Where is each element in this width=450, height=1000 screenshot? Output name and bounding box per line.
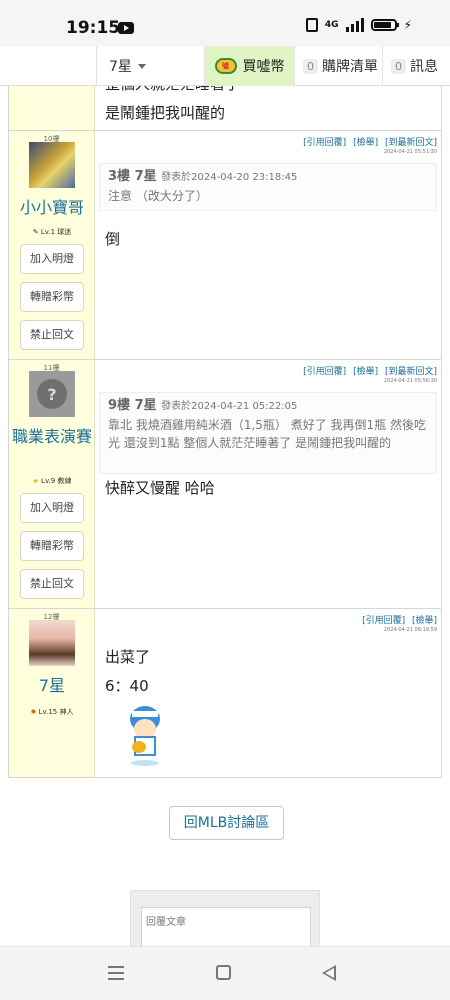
add-favorite-button[interactable]: 加入明燈 <box>20 493 84 523</box>
report-link[interactable]: [檢舉] <box>353 367 378 377</box>
post-actions: [引用回覆] [檢舉] <box>358 613 437 626</box>
quote-text: 注意 （改大分了） <box>108 189 208 203</box>
post-actions: [引用回覆] [檢舉] [到最新回文] <box>299 364 437 377</box>
quote-text: 靠北 我燒酒雞用純米酒（1,5瓶） 煮好了 我再倒1瓶 然後吃光 還沒到1點 整… <box>108 418 426 450</box>
avatar <box>29 142 75 188</box>
battery-icon <box>370 19 399 31</box>
home-icon[interactable] <box>216 965 231 980</box>
post-floor-12: 12樓 7星 ✹ Lv.15 神人 [引用回覆] [檢舉] 2024-04-21… <box>9 608 441 777</box>
avatar <box>29 620 75 666</box>
partial-post-content: 整個人就茫茫睡著了 是鬧鍾把我叫醒的 <box>95 86 441 130</box>
nfc-icon <box>305 18 318 32</box>
cart-count-badge: 0 <box>303 58 318 74</box>
post-sidebar: 10樓 小小寶哥 ✎ Lv.1 球迷 加入明燈 轉贈彩幣 禁止回文 <box>9 131 95 359</box>
user-menu[interactable]: 7星 <box>96 46 204 86</box>
report-link[interactable]: [檢舉] <box>353 138 378 148</box>
user-level-text: Lv.9 教練 <box>41 477 72 485</box>
post-sidebar: 12樓 7星 ✹ Lv.15 神人 <box>9 609 95 777</box>
svg-text:?: ? <box>47 385 56 404</box>
status-bar: 19:15 4G ⚡ <box>0 0 450 46</box>
latest-reply-link[interactable]: [到最新回文] <box>385 367 437 377</box>
post-body-line1: 出菜了 <box>105 648 151 666</box>
user-level: ★ Lv.9 教練 <box>32 477 72 485</box>
quote-posted: 發表於2024-04-21 05:22:05 <box>161 401 298 412</box>
quoted-post: 3樓 7星 發表於2024-04-20 23:18:45 注意 （改大分了） <box>99 163 437 211</box>
post-content: [引用回覆] [檢舉] 2024-04-21 06:19:59 出菜了 6：40 <box>95 609 441 777</box>
quote-header: 3樓 7星 發表於2024-04-20 23:18:45 <box>108 168 428 187</box>
quote-reply-link[interactable]: [引用回覆] <box>303 138 346 148</box>
latest-reply-link[interactable]: [到最新回文] <box>385 138 437 148</box>
quote-floor-user: 9樓 7星 <box>108 398 157 413</box>
block-reply-button[interactable]: 禁止回文 <box>20 569 84 599</box>
partial-post: 整個人就茫茫睡著了 是鬧鍾把我叫醒的 <box>9 86 441 130</box>
partial-post-sidebar <box>9 86 95 130</box>
quote-posted: 發表於2024-04-20 23:18:45 <box>161 172 298 183</box>
back-to-forum-button[interactable]: 回MLB討論區 <box>169 806 284 840</box>
post-floor-11: 11樓 ? 職業表演賽 ★ Lv.9 教練 加入明燈 轉贈彩幣 禁止回文 [引用… <box>9 359 441 608</box>
post-body-line2: 6：40 <box>105 677 149 695</box>
messages-label: 訊息 <box>410 59 438 75</box>
report-link[interactable]: [檢舉] <box>412 616 437 626</box>
user-level-text: Lv.15 神人 <box>38 708 74 716</box>
username[interactable]: 職業表演賽 <box>9 426 95 448</box>
post-content: [引用回覆] [檢舉] [到最新回文] 2024-04-21 05:51:30 … <box>95 131 441 359</box>
messages-button[interactable]: 0 訊息 <box>382 46 450 86</box>
post-body: 倒 <box>105 230 121 248</box>
system-nav-bar <box>0 946 450 1000</box>
user-menu-label: 7星 <box>109 59 132 75</box>
partial-post-line2: 是鬧鍾把我叫醒的 <box>105 104 226 122</box>
user-level-text: Lv.1 球迷 <box>40 228 72 236</box>
messages-count-badge: 0 <box>391 58 406 74</box>
post-timestamp: 2024-04-21 06:19:59 <box>383 627 437 633</box>
user-level: ✹ Lv.15 神人 <box>30 708 74 716</box>
quoted-post: 9樓 7星 發表於2024-04-21 05:22:05 靠北 我燒酒雞用純米酒… <box>99 392 437 474</box>
gift-coins-button[interactable]: 轉贈彩幣 <box>20 282 84 312</box>
back-icon[interactable] <box>322 965 336 981</box>
coin-icon: 噓 <box>214 58 237 74</box>
cart-button[interactable]: 0 購牌清單 <box>294 46 382 86</box>
network-label: 4G <box>324 20 339 30</box>
youtube-icon <box>118 22 134 34</box>
partial-post-line1: 整個人就茫茫睡著了 <box>105 86 240 98</box>
buy-coins-button[interactable]: 噓 買噓幣 <box>204 46 294 86</box>
username[interactable]: 小小寶哥 <box>9 197 95 219</box>
post-content: [引用回覆] [檢舉] [到最新回文] 2024-04-21 05:56:30 … <box>95 360 441 608</box>
post-body: 快醉又慢醒 哈哈 <box>105 479 215 497</box>
quote-reply-link[interactable]: [引用回覆] <box>362 616 405 626</box>
cart-label: 購牌清單 <box>322 59 378 75</box>
status-time: 19:15 <box>66 18 121 38</box>
post-actions: [引用回覆] [檢舉] [到最新回文] <box>299 135 437 148</box>
username[interactable]: 7星 <box>9 675 95 697</box>
signal-icon <box>345 18 364 32</box>
thread-board: 整個人就茫茫睡著了 是鬧鍾把我叫醒的 10樓 小小寶哥 ✎ Lv.1 球迷 加入… <box>8 86 442 778</box>
gift-coins-button[interactable]: 轉贈彩幣 <box>20 531 84 561</box>
quote-floor-user: 3樓 7星 <box>108 169 157 184</box>
post-timestamp: 2024-04-21 05:51:30 <box>383 149 437 155</box>
block-reply-button[interactable]: 禁止回文 <box>20 320 84 350</box>
charging-icon: ⚡ <box>403 18 412 32</box>
user-level: ✎ Lv.1 球迷 <box>32 228 72 236</box>
default-avatar-icon: ? <box>29 371 75 417</box>
caret-down-icon <box>137 63 146 69</box>
quote-reply-link[interactable]: [引用回覆] <box>303 367 346 377</box>
status-icons: 4G ⚡ <box>305 18 412 32</box>
cheer-sticker-icon <box>125 703 165 767</box>
buy-coins-label: 買噓幣 <box>242 59 285 75</box>
post-sidebar: 11樓 ? 職業表演賽 ★ Lv.9 教練 加入明燈 轉贈彩幣 禁止回文 <box>9 360 95 608</box>
quote-header: 9樓 7星 發表於2024-04-21 05:22:05 <box>108 397 428 416</box>
top-nav: 7星 噓 買噓幣 0 購牌清單 0 訊息 <box>0 46 450 86</box>
menu-icon[interactable] <box>108 966 124 984</box>
post-timestamp: 2024-04-21 05:56:30 <box>383 378 437 384</box>
post-floor-10: 10樓 小小寶哥 ✎ Lv.1 球迷 加入明燈 轉贈彩幣 禁止回文 [引用回覆]… <box>9 130 441 359</box>
add-favorite-button[interactable]: 加入明燈 <box>20 244 84 274</box>
